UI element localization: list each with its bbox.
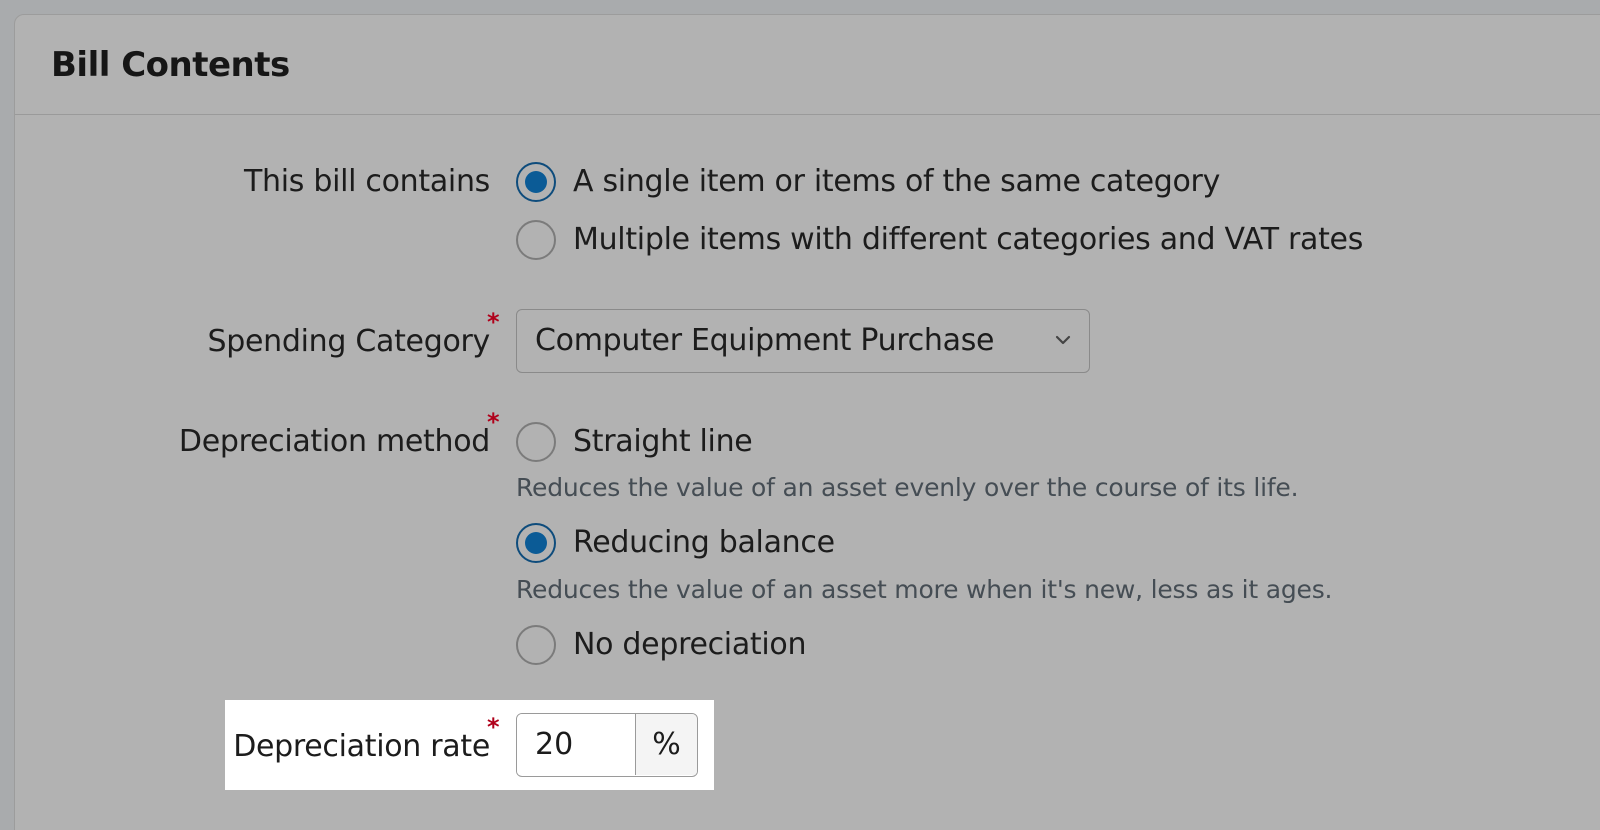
radio-reducing-balance-label[interactable]: Reducing balance (573, 525, 835, 560)
spending-category-value: Computer Equipment Purchase (535, 323, 995, 358)
radio-straight-line-label[interactable]: Straight line (573, 424, 753, 459)
depreciation-method-label: Depreciation method (178, 424, 490, 459)
radio-multiple-items-label[interactable]: Multiple items with different categories… (573, 222, 1363, 257)
depreciation-rate-label: Depreciation rate (233, 729, 490, 764)
straight-line-hint: Reduces the value of an asset evenly ove… (516, 473, 1299, 502)
radio-single-item[interactable] (516, 162, 556, 202)
chevron-down-icon (1055, 335, 1071, 345)
radio-no-depreciation[interactable] (516, 625, 556, 665)
spending-category-label: Spending Category (207, 324, 491, 359)
panel-title: Bill Contents (51, 45, 290, 85)
bill-contains-label: This bill contains (243, 164, 490, 199)
reducing-balance-hint: Reduces the value of an asset more when … (516, 575, 1333, 604)
depreciation-rate-input[interactable] (517, 714, 635, 775)
required-marker: * (487, 408, 500, 436)
radio-single-item-label[interactable]: A single item or items of the same categ… (573, 164, 1220, 199)
panel-header: Bill Contents (15, 15, 1600, 115)
percent-addon: % (635, 714, 697, 775)
spending-category-select[interactable]: Computer Equipment Purchase (516, 309, 1090, 373)
required-marker: * (487, 308, 500, 336)
radio-straight-line[interactable] (516, 422, 556, 462)
radio-multiple-items[interactable] (516, 220, 556, 260)
required-marker: * (487, 713, 500, 741)
radio-no-depreciation-label[interactable]: No depreciation (573, 627, 806, 662)
radio-reducing-balance[interactable] (516, 523, 556, 563)
depreciation-rate-input-group: % (516, 713, 698, 777)
